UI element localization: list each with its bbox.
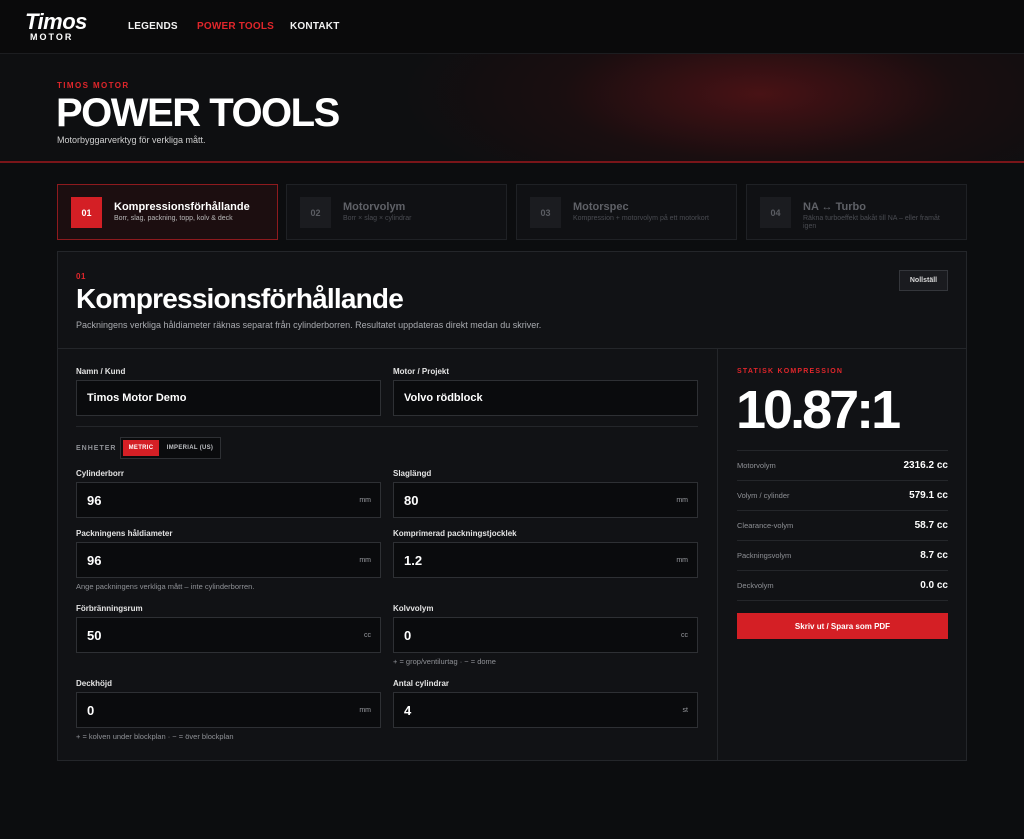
result-row: Volym / cylinder 579.1 cc <box>737 480 948 510</box>
result-row: Deckvolym 0.0 cc <box>737 570 948 600</box>
result-row-value: 0.0 cc <box>920 580 948 591</box>
stroke-label: Slaglängd <box>393 469 432 478</box>
tab-title: Motorvolym <box>343 201 406 213</box>
gasket-bore-unit: mm <box>359 557 371 564</box>
tab-description: Borr, slag, packning, topp, kolv & deck <box>114 215 233 222</box>
hero-eyebrow: TIMOS MOTOR <box>57 81 130 90</box>
chamber-label: Förbränningsrum <box>76 604 143 613</box>
panel-number: 01 <box>76 272 86 281</box>
tab-number: 01 <box>71 197 102 228</box>
chamber-input[interactable]: 50 cc <box>76 617 381 653</box>
result-row-value: 58.7 cc <box>914 520 948 531</box>
stroke-input[interactable]: 80 mm <box>393 482 698 518</box>
calculator-panel: 01 Kompressionsförhållande Packningens v… <box>57 251 967 761</box>
tab-displacement[interactable]: 02 Motorvolym Borr × slag × cylindrar <box>286 184 507 240</box>
column-divider <box>717 349 718 760</box>
stroke-unit: mm <box>676 497 688 504</box>
cylinders-label: Antal cylindrar <box>393 679 450 688</box>
gasket-thickness-label: Komprimerad packningstjocklek <box>393 529 517 538</box>
tab-description: Kompression + motorvolym på ett motorkor… <box>573 215 709 222</box>
chamber-value: 50 <box>87 628 102 643</box>
logo[interactable]: Timos MOTOR <box>25 11 95 42</box>
tab-engine-spec[interactable]: 03 Motorspec Kompression + motorvolym på… <box>516 184 737 240</box>
result-row-label: Volym / cylinder <box>737 491 790 500</box>
name-value: Timos Motor Demo <box>87 392 187 404</box>
result-row-label: Packningsvolym <box>737 551 792 560</box>
gasket-thickness-input[interactable]: 1.2 mm <box>393 542 698 578</box>
tab-title: NA ↔ Turbo <box>803 201 866 213</box>
result-eyebrow: STATISK KOMPRESSION <box>737 368 844 375</box>
result-row: Clearance-volym 58.7 cc <box>737 510 948 540</box>
name-input[interactable]: Timos Motor Demo <box>76 380 381 416</box>
deck-label: Deckhöjd <box>76 679 113 688</box>
result-row-label: Clearance-volym <box>737 521 794 530</box>
tab-title: Motorspec <box>573 201 629 213</box>
logo-sub: MOTOR <box>30 32 74 42</box>
print-button[interactable]: Skriv ut / Spara som PDF <box>737 613 948 639</box>
deck-hint: + = kolven under blockplan · − = över bl… <box>76 732 234 741</box>
result-row-value: 8.7 cc <box>920 550 948 561</box>
piston-hint: + = grop/ventilurtag · − = dome <box>393 657 496 666</box>
divider <box>58 348 966 349</box>
units-toggle: METRIC IMPERIAL (US) <box>120 437 221 459</box>
panel-description: Packningens verkliga håldiameter räknas … <box>76 320 542 330</box>
gasket-thickness-value: 1.2 <box>404 553 423 568</box>
hero-banner: TIMOS MOTOR POWER TOOLS Motorbyggarverkt… <box>0 54 1024 163</box>
units-label: ENHETER <box>76 445 117 452</box>
piston-input[interactable]: 0 cc <box>393 617 698 653</box>
tab-compression[interactable]: 01 Kompressionsförhållande Borr, slag, p… <box>57 184 278 240</box>
nav-link-kontakt[interactable]: KONTAKT <box>290 21 340 32</box>
deck-unit: mm <box>359 707 371 714</box>
panel-title: Kompressionsförhållande <box>76 283 404 314</box>
gasket-bore-hint: Ange packningens verkliga mått – inte cy… <box>76 582 255 591</box>
hero-subtitle: Motorbyggarverktyg för verkliga mått. <box>57 135 206 145</box>
result-row: Packningsvolym 8.7 cc <box>737 540 948 570</box>
reset-button[interactable]: Nollställ <box>899 270 948 291</box>
page-title: POWER TOOLS <box>56 91 340 135</box>
tab-number: 03 <box>530 197 561 228</box>
divider <box>76 426 698 427</box>
nav-link-power-tools[interactable]: POWER TOOLS <box>197 21 274 32</box>
result-row-label: Motorvolym <box>737 461 776 470</box>
deck-input[interactable]: 0 mm <box>76 692 381 728</box>
logo-main: Timos <box>25 9 87 34</box>
tab-title: Kompressionsförhållande <box>114 201 250 213</box>
piston-value: 0 <box>404 628 412 643</box>
metric-button[interactable]: METRIC <box>123 440 159 456</box>
bore-unit: mm <box>359 497 371 504</box>
chamber-unit: cc <box>364 632 371 639</box>
gasket-bore-input[interactable]: 96 mm <box>76 542 381 578</box>
name-label: Namn / Kund <box>76 367 126 376</box>
bore-label: Cylinderborr <box>76 469 125 478</box>
top-nav: Timos MOTOR LEGENDS POWER TOOLS KONTAKT <box>0 0 1024 54</box>
deck-value: 0 <box>87 703 95 718</box>
bore-input[interactable]: 96 mm <box>76 482 381 518</box>
tab-na-turbo[interactable]: 04 NA ↔ Turbo Räkna turboeffekt bakåt ti… <box>746 184 967 240</box>
cylinders-unit: st <box>682 707 688 714</box>
cylinders-value: 4 <box>404 703 412 718</box>
result-row: Motorvolym 2316.2 cc <box>737 450 948 480</box>
stroke-value: 80 <box>404 493 419 508</box>
result-row-value: 579.1 cc <box>909 490 948 501</box>
cylinders-input[interactable]: 4 st <box>393 692 698 728</box>
project-label: Motor / Projekt <box>393 367 450 376</box>
project-value: Volvo rödblock <box>404 392 483 404</box>
bore-value: 96 <box>87 493 102 508</box>
result-row-label: Deckvolym <box>737 581 774 590</box>
gasket-bore-label: Packningens håldiameter <box>76 529 173 538</box>
nav-link-legends[interactable]: LEGENDS <box>128 21 178 32</box>
tab-description: Räkna turboeffekt bakåt till NA – eller … <box>803 215 940 230</box>
gasket-bore-value: 96 <box>87 553 102 568</box>
imperial-button[interactable]: IMPERIAL (US) <box>161 440 219 456</box>
piston-label: Kolvvolym <box>393 604 434 613</box>
piston-unit: cc <box>681 632 688 639</box>
compression-result: 10.87:1 <box>736 380 901 440</box>
result-row-value: 2316.2 cc <box>903 460 949 471</box>
tab-description: Borr × slag × cylindrar <box>343 215 412 222</box>
project-input[interactable]: Volvo rödblock <box>393 380 698 416</box>
tab-number: 04 <box>760 197 791 228</box>
tab-number: 02 <box>300 197 331 228</box>
divider <box>737 600 948 601</box>
gasket-thickness-unit: mm <box>676 557 688 564</box>
